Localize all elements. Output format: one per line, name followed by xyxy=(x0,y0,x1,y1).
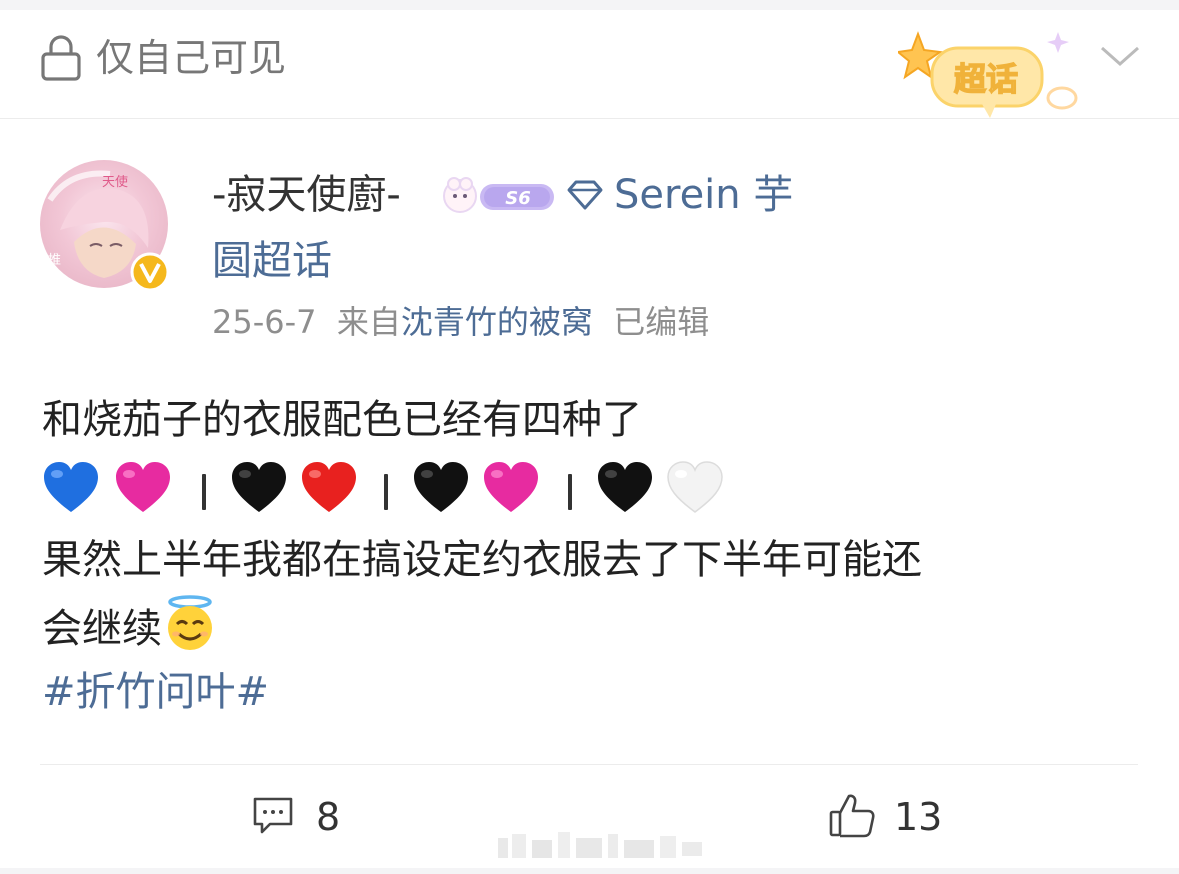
bottom-strip xyxy=(0,868,1179,874)
header-divider xyxy=(0,118,1179,119)
supertopic-badge[interactable]: 超话 xyxy=(895,28,1088,124)
content-line-1: 和烧茄子的衣服配色已经有四种了 xyxy=(42,397,642,443)
level-badge[interactable]: S6 xyxy=(440,174,558,218)
top-strip xyxy=(0,0,1179,10)
heart-separator xyxy=(384,474,388,510)
fan-title-part2[interactable]: 圆超话 xyxy=(212,236,332,286)
source-prefix: 来自 xyxy=(336,303,401,341)
verified-badge-icon xyxy=(130,252,170,292)
content-line-4: 会继续 xyxy=(42,594,218,659)
diamond-icon xyxy=(567,180,603,210)
avatar-text-bottom: 推 xyxy=(48,253,61,268)
hashtag-link[interactable]: #折竹问叶# xyxy=(42,662,269,722)
fan-title-part1[interactable]: Serein 芋 xyxy=(614,170,793,220)
post-meta: 25-6-7 来自沈青竹的被窝 已编辑 xyxy=(212,302,709,342)
comment-count[interactable]: 8 xyxy=(316,794,340,840)
thumbs-up-icon[interactable] xyxy=(828,792,876,838)
supertopic-sticker-icon: 超话 xyxy=(895,31,1078,118)
edited-label[interactable]: 已编辑 xyxy=(613,303,709,341)
chevron-down-icon[interactable] xyxy=(1098,40,1142,70)
smiling-face-with-halo-icon xyxy=(168,595,212,650)
hearts-row xyxy=(42,460,742,516)
blue-heart-icon xyxy=(44,462,98,512)
author-username[interactable]: -寂天使廚- xyxy=(212,170,401,220)
avatar-text-top: 天使 xyxy=(102,174,128,190)
white-heart-icon xyxy=(667,461,723,513)
heart-separator xyxy=(202,474,206,510)
pink-heart-icon xyxy=(484,462,538,512)
supertopic-badge-label: 超话 xyxy=(954,60,1018,98)
watermark-image xyxy=(498,832,702,858)
content-line-3: 果然上半年我都在搞设定约衣服去了下半年可能还 xyxy=(42,537,922,583)
source-name[interactable]: 沈青竹的被窝 xyxy=(401,303,593,341)
comment-icon[interactable] xyxy=(252,796,294,836)
like-count[interactable]: 13 xyxy=(894,794,942,840)
post-date: 25-6-7 xyxy=(212,303,317,341)
black-heart-icon xyxy=(598,462,652,512)
content-line-4-text: 会继续 xyxy=(42,606,162,652)
visibility-label: 仅自己可见 xyxy=(96,36,287,80)
black-heart-icon xyxy=(232,462,286,512)
level-badge-label: S6 xyxy=(505,188,531,209)
pink-heart-icon xyxy=(116,462,170,512)
actions-divider xyxy=(40,764,1138,765)
heart-separator xyxy=(568,474,572,510)
lock-icon xyxy=(41,35,81,81)
black-heart-icon xyxy=(414,462,468,512)
red-heart-icon xyxy=(302,462,356,512)
